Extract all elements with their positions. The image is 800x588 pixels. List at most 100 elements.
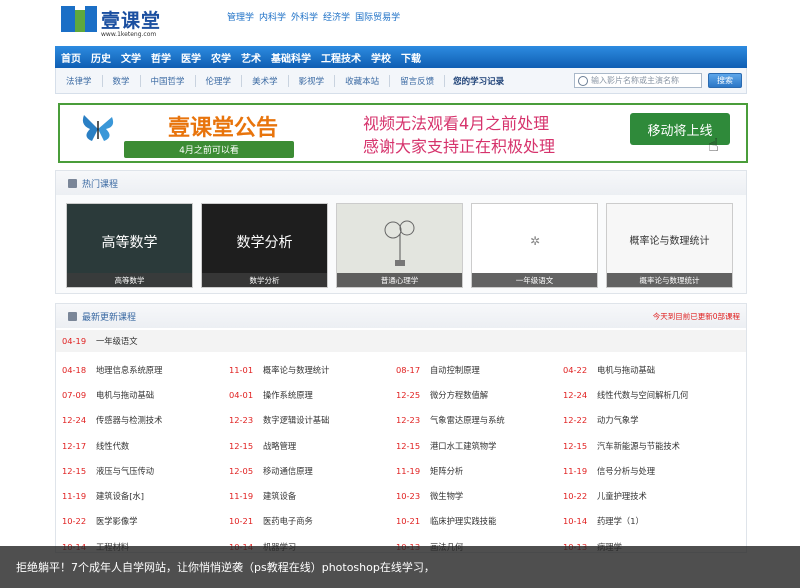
list-item[interactable]: 12-15 汽车新能源与节能技术 xyxy=(563,440,730,452)
nav-item[interactable]: 哲学 xyxy=(151,50,171,65)
list-item[interactable]: 10-22 儿童护理技术 xyxy=(563,490,730,502)
update-title: 微生物学 xyxy=(430,491,464,502)
update-date: 11-01 xyxy=(229,364,254,375)
sub-nav-item[interactable]: 中国哲学 xyxy=(141,74,196,87)
update-date: 12-24 xyxy=(62,415,87,426)
update-date: 10-14 xyxy=(563,516,588,527)
sub-nav-item[interactable]: 影视学 xyxy=(289,74,336,87)
search-icon xyxy=(578,75,588,86)
list-item[interactable]: 11-19 建筑设备[水] xyxy=(62,490,229,502)
list-item[interactable]: 12-25 微分方程数值解 xyxy=(396,389,563,401)
list-item[interactable]: 10-21 临床护理实践技能 xyxy=(396,515,563,527)
list-item[interactable]: 04-18 地理信息系统原理 xyxy=(62,364,229,376)
update-date: 08-17 xyxy=(396,364,421,375)
sub-nav-item[interactable]: 收藏本站 xyxy=(335,74,391,87)
list-item[interactable]: 12-24 线性代数与空间解析几何 xyxy=(563,389,730,401)
course-card[interactable]: 高等数学 高等数学 xyxy=(66,203,193,288)
sub-nav-item[interactable]: 美术学 xyxy=(242,74,289,87)
list-item[interactable]: 10-22 医学影像学 xyxy=(62,515,229,527)
section-icon xyxy=(68,178,77,188)
course-card[interactable]: 普通心理学 xyxy=(336,203,463,288)
update-date: 04-19 xyxy=(62,336,87,346)
course-card[interactable]: 概率论与数理统计 概率论与数理统计 xyxy=(606,203,733,288)
update-title: 港口水工建筑物学 xyxy=(430,440,497,451)
search-input[interactable]: 输入影片名称或主演名称 xyxy=(574,73,702,88)
update-date: 12-25 xyxy=(396,389,421,400)
sub-nav-item[interactable]: 伦理学 xyxy=(196,74,243,87)
hot-course-cards: 高等数学 高等数学 数学分析 数学分析 普通心理学 ✲ 一年级语文 概率论与数理统计 概率论与数… xyxy=(66,203,733,288)
list-item[interactable]: 12-15 液压与气压传动 xyxy=(62,465,229,477)
list-item[interactable]: 10-23 微生物学 xyxy=(396,490,563,502)
nav-item[interactable]: 文学 xyxy=(121,50,141,65)
list-item[interactable]: 07-09 电机与拖动基础 xyxy=(62,389,229,401)
list-item[interactable]: 12-23 气象雷达原理与系统 xyxy=(396,414,563,426)
notice-banner[interactable]: 壹课堂公告 4月之前可以看 视频无法观看4月之前处理 感谢大家支持正在积极处理 … xyxy=(58,103,748,163)
update-title: 线性代数 xyxy=(96,440,130,451)
top-link[interactable]: 经济学 xyxy=(323,10,350,23)
update-date: 07-09 xyxy=(62,389,87,400)
course-card[interactable]: ✲ 一年级语文 xyxy=(471,203,598,288)
update-title: 地理信息系统原理 xyxy=(96,364,163,375)
nav-item[interactable]: 工程技术 xyxy=(321,50,361,65)
list-item[interactable]: 04-01 操作系统原理 xyxy=(229,389,396,401)
course-card[interactable]: 数学分析 数学分析 xyxy=(201,203,328,288)
list-item[interactable]: 12-15 港口水工建筑物学 xyxy=(396,440,563,452)
list-item[interactable]: 11-01 概率论与数理统计 xyxy=(229,364,396,376)
list-item[interactable]: 12-05 移动通信原理 xyxy=(229,465,396,477)
update-title: 信号分析与处理 xyxy=(597,465,656,476)
update-title: 汽车新能源与节能技术 xyxy=(597,440,680,451)
update-title: 传感器与检测技术 xyxy=(96,415,163,426)
study-record-link[interactable]: 您的学习记录 xyxy=(445,75,512,87)
course-card-title: 数学分析 xyxy=(236,235,293,251)
list-item[interactable]: 12-15 战略管理 xyxy=(229,440,396,452)
list-item[interactable]: 08-17 自动控制原理 xyxy=(396,364,563,376)
search-button[interactable]: 搜索 xyxy=(708,73,742,88)
top-link[interactable]: 管理学 xyxy=(227,10,254,23)
nav-item[interactable]: 历史 xyxy=(91,50,111,65)
sub-nav-item[interactable]: 法律学 xyxy=(64,74,103,87)
update-date: 04-18 xyxy=(62,364,87,375)
updates-title-wrap: 最新更新课程 xyxy=(68,310,136,323)
update-date: 11-19 xyxy=(229,491,254,502)
update-date: 11-19 xyxy=(563,465,588,476)
nav-item[interactable]: 学校 xyxy=(371,50,391,65)
nav-item[interactable]: 基础科学 xyxy=(271,50,311,65)
list-item[interactable]: 12-24 传感器与检测技术 xyxy=(62,414,229,426)
update-row: 07-09 电机与拖动基础 04-01 操作系统原理 12-25 微分方程数值解 12-24… xyxy=(62,382,730,407)
list-item[interactable]: 10-14 药理学（1） xyxy=(563,515,730,527)
nav-item[interactable]: 下载 xyxy=(401,50,421,65)
hot-courses-header: 热门课程 xyxy=(56,171,746,195)
list-item[interactable]: 11-19 矩阵分析 xyxy=(396,465,563,477)
list-item[interactable]: 11-19 信号分析与处理 xyxy=(563,465,730,477)
update-title: 战略管理 xyxy=(263,440,297,451)
list-item[interactable]: 10-21 医药电子商务 xyxy=(229,515,396,527)
update-title: 医药电子商务 xyxy=(263,516,313,527)
list-item[interactable]: 12-17 线性代数 xyxy=(62,440,229,452)
nav-item[interactable]: 首页 xyxy=(61,50,81,65)
update-title: 线性代数与空间解析几何 xyxy=(597,389,689,400)
site-logo[interactable]: 壹课堂 www.1keteng.com xyxy=(61,6,171,40)
logo-url: www.1keteng.com xyxy=(101,31,157,38)
sub-nav-item[interactable]: 数学 xyxy=(103,74,141,87)
nav-item[interactable]: 医学 xyxy=(181,50,201,65)
section-icon xyxy=(68,311,77,321)
list-item[interactable]: 04-22 电机与拖动基础 xyxy=(563,364,730,376)
update-title: 液压与气压传动 xyxy=(96,465,155,476)
update-title: 建筑设备 xyxy=(263,491,297,502)
top-link[interactable]: 外科学 xyxy=(291,10,318,23)
nav-item[interactable]: 农学 xyxy=(211,50,231,65)
sub-nav-item[interactable]: 留言反馈 xyxy=(390,74,446,87)
page-wrapper: 壹课堂 www.1keteng.com 管理学 内科学 外科学 经济学 国际贸易学 首页… xyxy=(55,0,747,94)
list-item[interactable]: 12-22 动力气象学 xyxy=(563,414,730,426)
list-item[interactable]: 11-19 建筑设备 xyxy=(229,490,396,502)
top-link[interactable]: 内科学 xyxy=(259,10,286,23)
update-date: 12-15 xyxy=(62,465,87,476)
list-item[interactable]: 12-23 数字逻辑设计基础 xyxy=(229,414,396,426)
nav-item[interactable]: 艺术 xyxy=(241,50,261,65)
course-card-caption: 一年级语文 xyxy=(472,273,597,287)
update-date: 12-15 xyxy=(229,440,254,451)
update-date: 10-21 xyxy=(396,516,421,527)
top-link[interactable]: 国际贸易学 xyxy=(355,10,400,23)
list-item[interactable]: 04-19 一年级语文 xyxy=(56,330,746,352)
tree-illustration xyxy=(384,220,415,266)
